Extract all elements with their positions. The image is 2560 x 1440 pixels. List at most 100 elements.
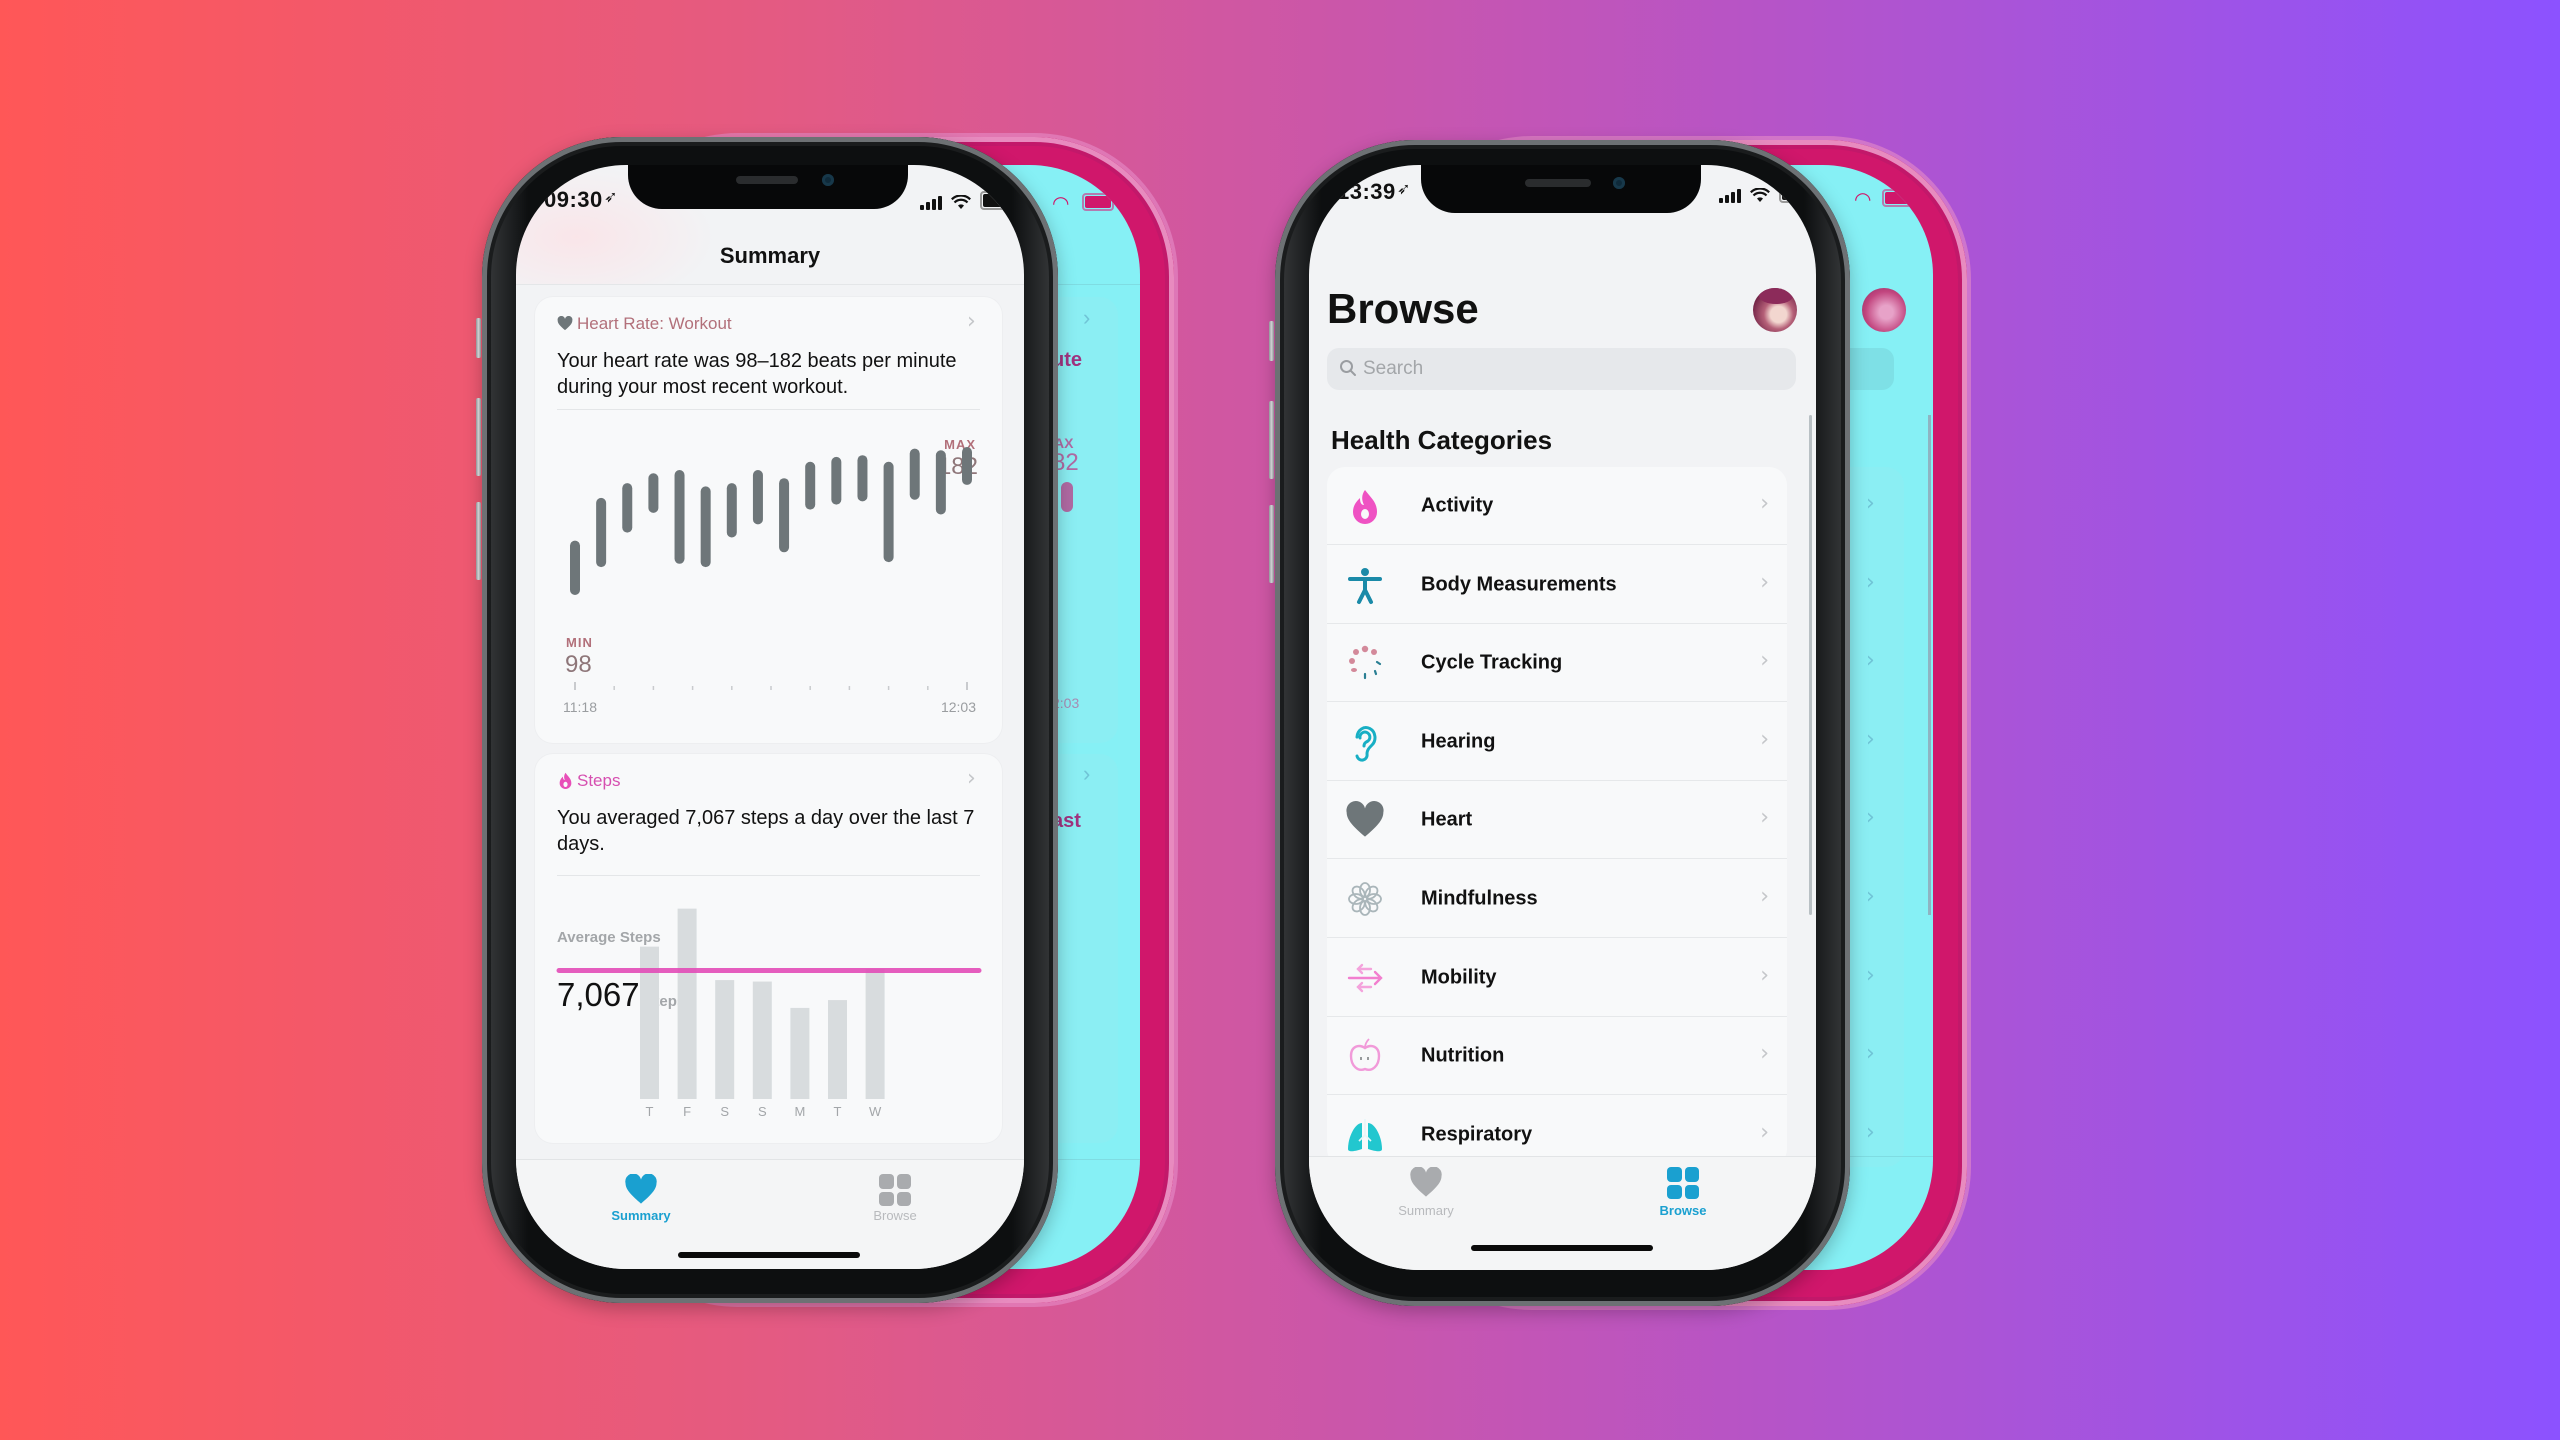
steps-day-label: S bbox=[758, 1104, 767, 1119]
steps-bar bbox=[677, 908, 697, 1099]
grid-icon bbox=[879, 1174, 911, 1206]
speaker bbox=[1525, 179, 1591, 187]
apple-icon bbox=[1345, 1036, 1385, 1076]
chevron-right-icon: › bbox=[1760, 726, 1769, 752]
steps-bar bbox=[865, 969, 885, 1099]
steps-card[interactable]: Steps › You averaged 7,067 steps a day o… bbox=[535, 754, 1002, 1143]
chevron-right-icon: › bbox=[1760, 962, 1769, 988]
tab-summary[interactable]: Summary bbox=[1381, 1157, 1471, 1227]
ghost-avatar bbox=[1862, 288, 1906, 332]
chevron-right-icon: › bbox=[1760, 648, 1769, 674]
steps-day-label: T bbox=[646, 1104, 654, 1119]
ghost-chevron-icon: › bbox=[1866, 491, 1875, 516]
summary-phone-screen: 09:30 ➶ Summary Heart Rate: Workout › Yo… bbox=[516, 165, 1024, 1269]
cycle-dots-icon bbox=[1345, 643, 1385, 683]
battery-icon bbox=[1779, 184, 1816, 203]
tab-summary[interactable]: Summary bbox=[596, 1160, 686, 1230]
home-indicator bbox=[1471, 1245, 1653, 1251]
flower-icon bbox=[1345, 879, 1385, 919]
wifi-icon bbox=[951, 195, 971, 209]
chevron-right-icon: › bbox=[1760, 1041, 1769, 1067]
nav-title: Summary bbox=[719, 243, 821, 268]
category-row-nutrition[interactable]: Nutrition › bbox=[1327, 1017, 1787, 1096]
volume-up-button bbox=[476, 398, 481, 476]
category-label: Body Measurements bbox=[1421, 573, 1617, 596]
steps-bar bbox=[715, 980, 735, 1099]
category-row-mindfulness[interactable]: Mindfulness › bbox=[1327, 860, 1787, 938]
volume-down-button bbox=[476, 502, 481, 580]
wifi-icon bbox=[1750, 188, 1770, 202]
notch bbox=[1421, 165, 1701, 213]
battery-icon bbox=[980, 191, 1017, 210]
lungs-icon bbox=[1345, 1115, 1385, 1155]
section-title: Health Categories bbox=[1331, 425, 1553, 455]
category-label: Mobility bbox=[1421, 966, 1497, 989]
category-row-mobility[interactable]: Mobility › bbox=[1327, 939, 1787, 1017]
category-label: Respiratory bbox=[1421, 1123, 1533, 1146]
ghost-chart-bar bbox=[1061, 482, 1073, 512]
front-camera bbox=[1613, 177, 1625, 189]
volume-up-button bbox=[1269, 401, 1274, 479]
category-label: Cycle Tracking bbox=[1421, 651, 1563, 674]
notch bbox=[628, 165, 908, 209]
tab-browse[interactable]: Browse bbox=[1638, 1157, 1728, 1227]
arrows-icon bbox=[1345, 958, 1385, 998]
category-row-body-measurements[interactable]: Body Measurements › bbox=[1327, 546, 1787, 624]
silent-switch bbox=[476, 318, 481, 358]
steps-day-label: T bbox=[834, 1104, 842, 1119]
tab-summary-label: Summary bbox=[1398, 1203, 1454, 1218]
steps-bar bbox=[752, 981, 772, 1099]
ghost-battery-icon bbox=[1082, 193, 1114, 211]
x-end-label: 12:03 bbox=[940, 699, 976, 715]
user-avatar[interactable] bbox=[1753, 288, 1797, 332]
chevron-right-icon: › bbox=[1760, 884, 1769, 909]
category-row-heart[interactable]: Heart › bbox=[1327, 781, 1787, 860]
steps-day-label: S bbox=[720, 1104, 729, 1119]
tab-browse[interactable]: Browse bbox=[850, 1160, 940, 1230]
status-icons bbox=[920, 191, 1017, 210]
status-time: 09:30 bbox=[544, 187, 603, 212]
heart-icon bbox=[1410, 1167, 1442, 1197]
scroll-indicator[interactable] bbox=[1809, 415, 1812, 915]
category-row-activity[interactable]: Activity › bbox=[1327, 467, 1787, 545]
front-camera bbox=[822, 174, 834, 186]
ghost-wifi-icon: ◠ bbox=[1854, 189, 1872, 211]
steps-chart: TFSSMTW bbox=[556, 908, 982, 1119]
health-categories-list: Activity › Body Measurements › Cycle Trackin… bbox=[1327, 467, 1787, 1167]
heart-rate-card[interactable]: Heart Rate: Workout › Your heart rate wa… bbox=[535, 297, 1002, 743]
ghost-chevron-icon: › bbox=[1866, 805, 1875, 831]
home-indicator bbox=[678, 1252, 860, 1258]
tab-summary-label: Summary bbox=[611, 1208, 671, 1223]
page-title: Browse bbox=[1327, 285, 1479, 332]
tab-browse-label: Browse bbox=[873, 1208, 917, 1223]
status-time: 13:39 bbox=[1337, 179, 1396, 204]
tab-bar: Summary Browse bbox=[1309, 1156, 1816, 1270]
category-row-cycle-tracking[interactable]: Cycle Tracking › bbox=[1327, 624, 1787, 703]
category-row-hearing[interactable]: Hearing › bbox=[1327, 703, 1787, 781]
steps-day-label: M bbox=[794, 1104, 805, 1119]
location-arrow-icon: ➶ bbox=[604, 187, 618, 206]
ghost-chevron-icon: › bbox=[1866, 648, 1875, 674]
chevron-right-icon: › bbox=[1760, 805, 1769, 831]
search-field[interactable]: Search bbox=[1327, 348, 1796, 390]
grid-icon bbox=[1667, 1167, 1699, 1199]
category-label: Heart bbox=[1421, 808, 1473, 831]
chevron-right-icon: › bbox=[1760, 491, 1769, 516]
x-start-label: 11:18 bbox=[563, 699, 597, 715]
chevron-right-icon: › bbox=[1760, 1119, 1769, 1145]
status-icons bbox=[1719, 184, 1816, 203]
speaker bbox=[736, 176, 798, 184]
ghost-battery-icon bbox=[1882, 189, 1914, 207]
cellular-signal-icon bbox=[920, 196, 942, 210]
category-label: Hearing bbox=[1421, 730, 1496, 753]
figure-icon bbox=[1345, 565, 1385, 605]
ghost-chevron-icon: › bbox=[1083, 761, 1091, 786]
ghost-chevron-icon: › bbox=[1866, 884, 1875, 909]
search-icon bbox=[1340, 360, 1356, 376]
ghost-chevron-icon: › bbox=[1866, 962, 1875, 988]
heart-rate-chart bbox=[570, 447, 972, 690]
ghost-chevron-icon: › bbox=[1866, 1041, 1875, 1067]
ghost-scroll-indicator bbox=[1928, 415, 1931, 915]
steps-day-label: W bbox=[869, 1104, 882, 1119]
chevron-right-icon: › bbox=[1760, 569, 1769, 595]
